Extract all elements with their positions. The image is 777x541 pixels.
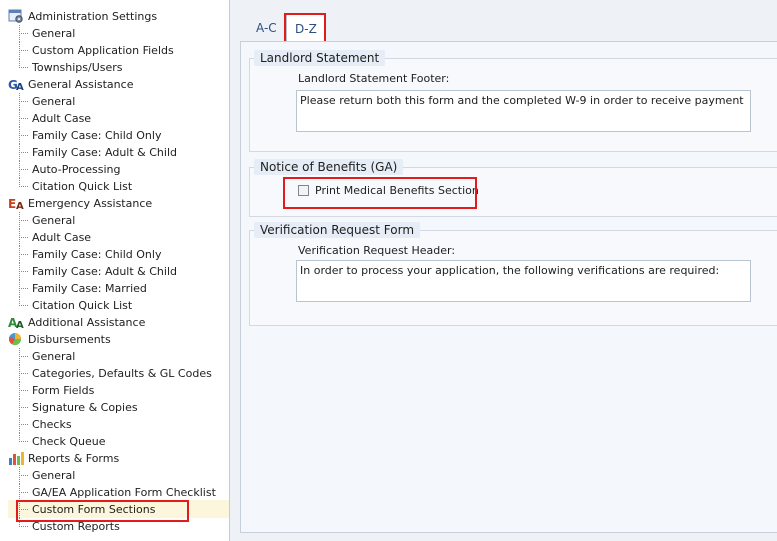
tab-panel-d-z: Landlord Statement Landlord Statement Fo… [240, 41, 777, 533]
tree-item-ga-auto-processing[interactable]: Auto-Processing [16, 161, 120, 178]
pie-chart-icon [8, 332, 24, 346]
tree-item-ea-family-adult-child[interactable]: Family Case: Adult & Child [16, 263, 177, 280]
tree-item-reports-checklist[interactable]: GA/EA Application Form Checklist [16, 484, 216, 501]
settings-tree: Administration Settings General Custom A… [0, 0, 230, 541]
tree-category-label: Administration Settings [28, 10, 158, 23]
tree-item-disb-checks[interactable]: Checks [16, 416, 72, 433]
tab-d-z[interactable]: D-Z [286, 14, 326, 43]
svg-text:A: A [16, 201, 24, 210]
content-pane: A-C D-Z Landlord Statement Landlord Stat… [230, 0, 777, 541]
tree-category-label: Emergency Assistance [28, 197, 153, 210]
tree-category-label: Reports & Forms [28, 452, 120, 465]
group-notice-of-benefits: Notice of Benefits (GA) Print Medical Be… [249, 159, 777, 217]
svg-text:A: A [16, 320, 24, 329]
landlord-footer-label: Landlord Statement Footer: [298, 72, 450, 85]
tree-item-custom-reports[interactable]: Custom Reports [16, 518, 120, 535]
tree-category-emergency-assistance[interactable]: E A Emergency Assistance [8, 195, 152, 212]
bar-chart-icon [8, 451, 24, 465]
tree-item-ea-citation-quick-list[interactable]: Citation Quick List [16, 297, 132, 314]
tree-item-ea-family-married[interactable]: Family Case: Married [16, 280, 147, 297]
tree-item-ga-family-adult-child[interactable]: Family Case: Adult & Child [16, 144, 177, 161]
tree-item-admin-general[interactable]: General [16, 25, 75, 42]
group-verification-request-form: Verification Request Form Verification R… [249, 222, 777, 326]
tree-item-custom-form-sections[interactable]: Custom Form Sections [16, 501, 155, 518]
tree-category-label: Disbursements [28, 333, 111, 346]
group-landlord-statement: Landlord Statement Landlord Statement Fo… [249, 50, 777, 152]
tree-item-ga-adult-case[interactable]: Adult Case [16, 110, 91, 127]
ga-icon: G A [8, 77, 24, 93]
aa-icon: A A [8, 315, 24, 331]
tab-a-c[interactable]: A-C [248, 16, 285, 40]
svg-text:A: A [16, 82, 24, 91]
print-medical-benefits-checkbox[interactable] [298, 185, 309, 196]
tree-item-ga-citation-quick-list[interactable]: Citation Quick List [16, 178, 132, 195]
tree-item-disb-general[interactable]: General [16, 348, 75, 365]
tree-item-disb-signature-copies[interactable]: Signature & Copies [16, 399, 138, 416]
tree-category-label: Additional Assistance [28, 316, 146, 329]
tree-category-general-assistance[interactable]: G A General Assistance [8, 76, 133, 93]
tree-item-ea-adult-case[interactable]: Adult Case [16, 229, 91, 246]
tree-item-reports-general[interactable]: General [16, 467, 75, 484]
tree-category-additional-assistance[interactable]: A A Additional Assistance [8, 314, 145, 331]
tree-item-ga-family-child-only[interactable]: Family Case: Child Only [16, 127, 161, 144]
tree-item-disb-form-fields[interactable]: Form Fields [16, 382, 94, 399]
tree-item-ea-family-child-only[interactable]: Family Case: Child Only [16, 246, 161, 263]
svg-text:E: E [8, 197, 16, 210]
verification-header-field[interactable]: In order to process your application, th… [296, 260, 751, 302]
tree-item-ea-general[interactable]: General [16, 212, 75, 229]
tree-item-disb-check-queue[interactable]: Check Queue [16, 433, 105, 450]
landlord-footer-field[interactable]: Please return both this form and the com… [296, 90, 751, 132]
ea-icon: E A [8, 196, 24, 212]
verification-header-label: Verification Request Header: [298, 244, 456, 257]
tree-category-label: General Assistance [28, 78, 134, 91]
tree-category-reports-forms[interactable]: Reports & Forms [8, 450, 119, 467]
print-medical-benefits-label[interactable]: Print Medical Benefits Section [315, 184, 479, 197]
admin-settings-icon [8, 9, 24, 23]
tree-category-disbursements[interactable]: Disbursements [8, 331, 111, 348]
tree-category-administration-settings[interactable]: Administration Settings [8, 8, 157, 25]
group-title: Notice of Benefits (GA) [254, 159, 404, 175]
tree-item-ga-general[interactable]: General [16, 93, 75, 110]
tree-item-custom-application-fields[interactable]: Custom Application Fields [16, 42, 174, 59]
tree-item-disb-categories[interactable]: Categories, Defaults & GL Codes [16, 365, 212, 382]
group-title: Landlord Statement [254, 50, 386, 66]
tree-item-townships-users[interactable]: Townships/Users [16, 59, 123, 76]
group-title: Verification Request Form [254, 222, 421, 238]
